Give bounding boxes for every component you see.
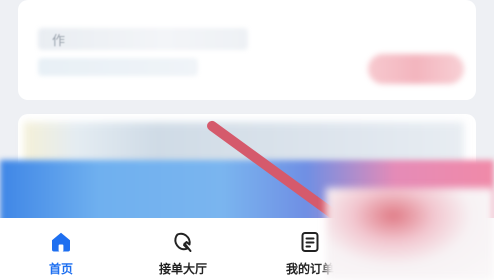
tab-order-hall[interactable]: 接单大厅 bbox=[133, 218, 233, 280]
tab-order-hall-label: 接单大厅 bbox=[158, 262, 207, 276]
blurred-action-button[interactable] bbox=[368, 54, 464, 84]
blurred-text bbox=[38, 28, 248, 50]
blurred-overlay bbox=[326, 188, 494, 280]
tab-home[interactable]: 首页 bbox=[11, 218, 111, 280]
home-icon bbox=[49, 218, 73, 258]
tab-home-label: 首页 bbox=[48, 262, 73, 276]
hall-icon bbox=[171, 218, 195, 258]
blurred-char: 作 bbox=[52, 34, 66, 49]
info-card[interactable]: 作 bbox=[18, 0, 476, 100]
orders-icon bbox=[298, 218, 322, 258]
blurred-subtext bbox=[38, 58, 198, 76]
